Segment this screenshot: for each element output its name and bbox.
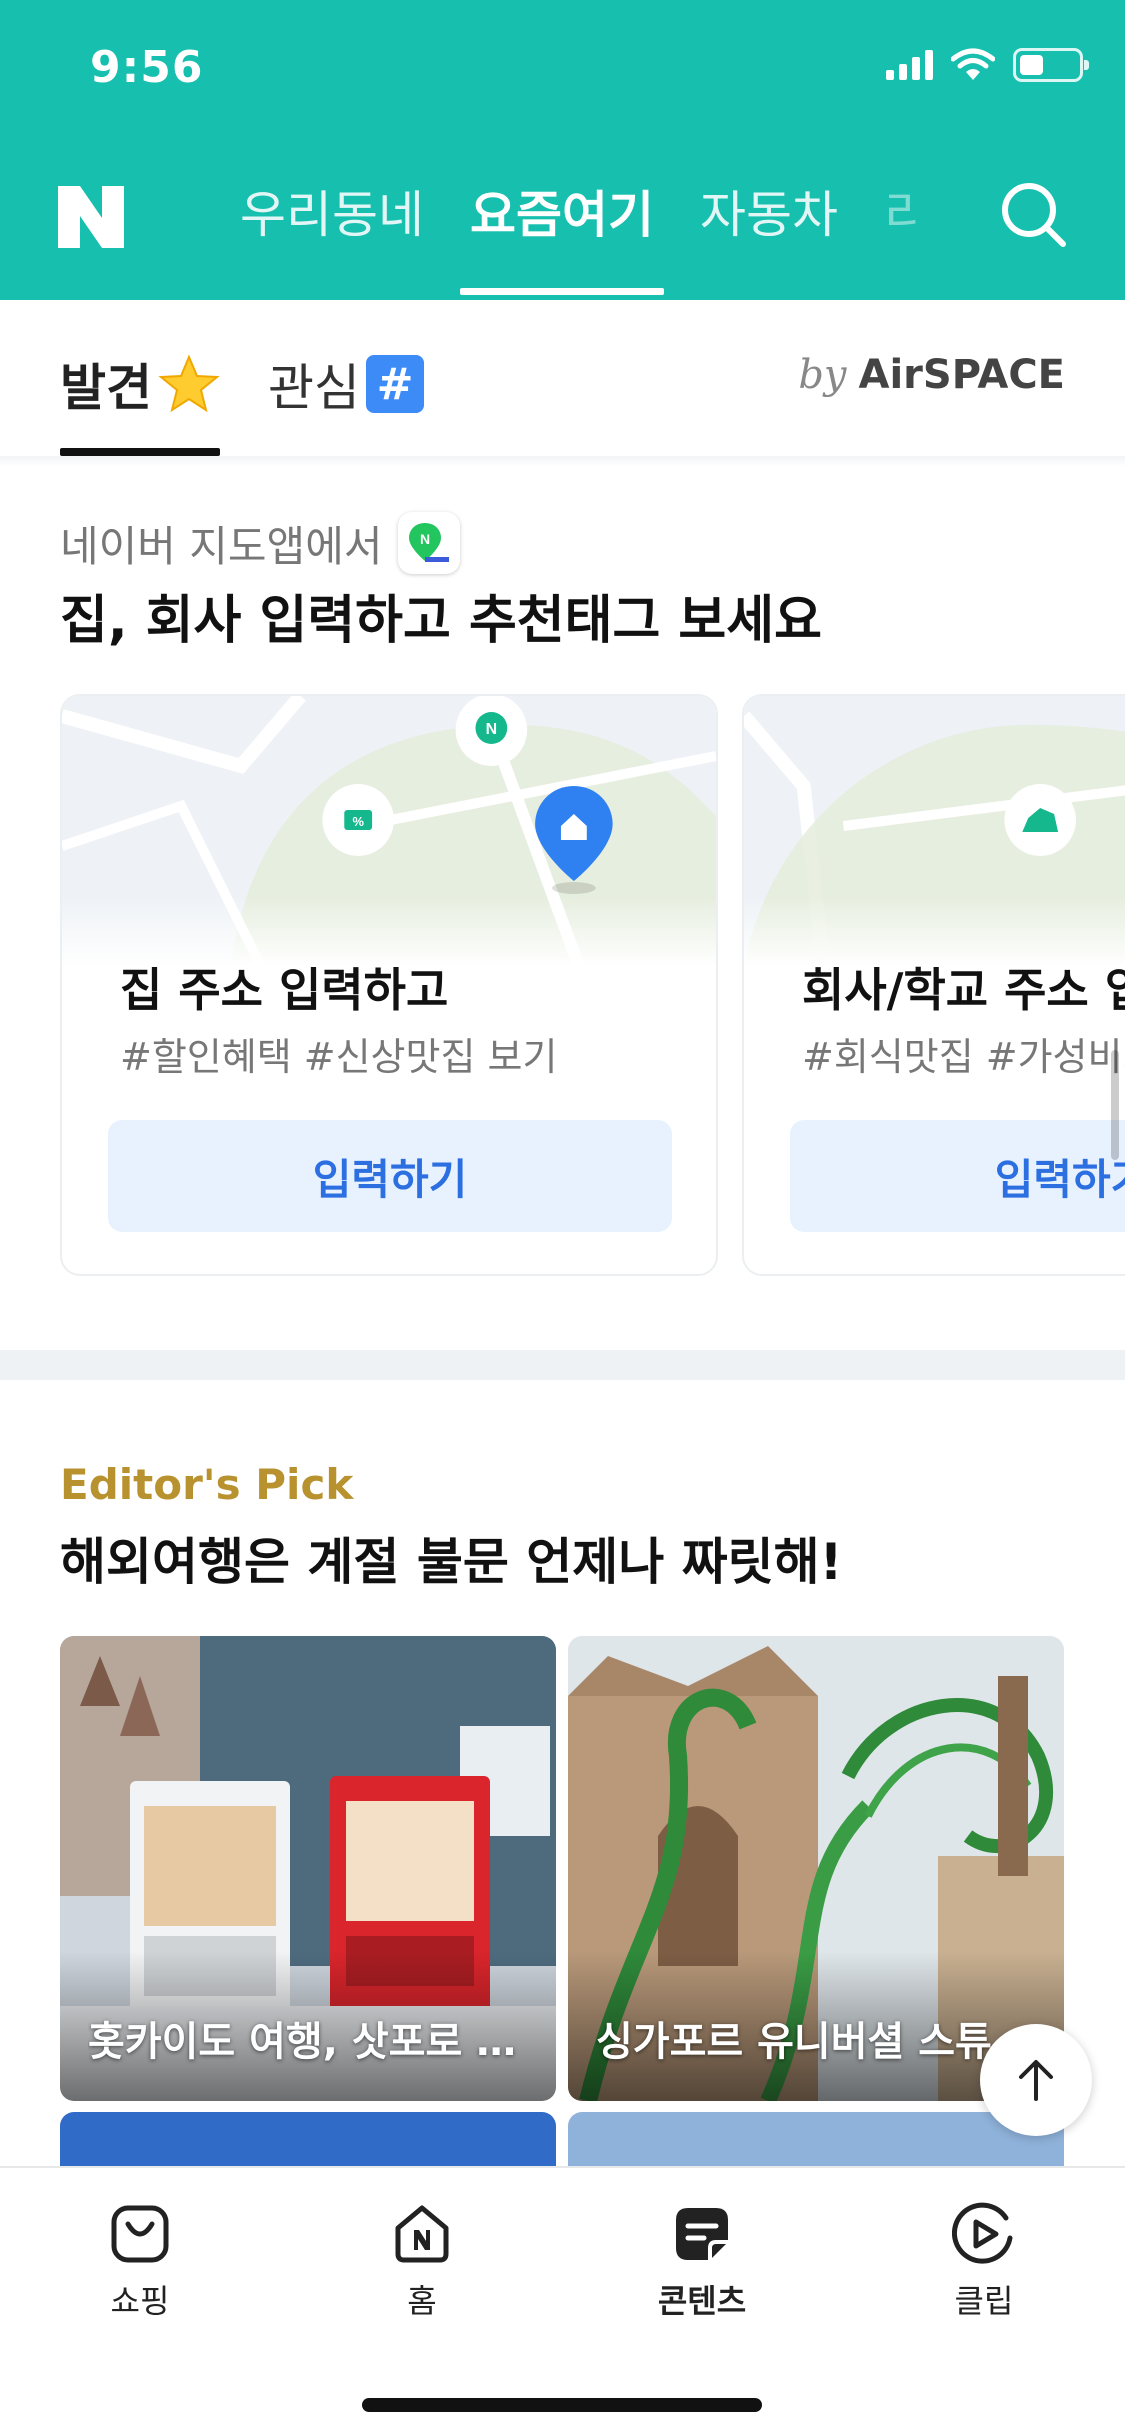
nav-home-label: 홈 — [407, 2282, 437, 2320]
tile-caption: 싱가포르 유니버셜 스튜 — [596, 2019, 992, 2065]
subtab-discover-label: 발견 — [60, 359, 152, 417]
card-title: 회사/학교 주소 입력하고 — [802, 963, 1125, 1017]
star-icon — [158, 354, 220, 413]
article-tile-partial[interactable] — [568, 2112, 1064, 2172]
card-title: 집 주소 입력하고 — [120, 963, 449, 1017]
search-icon[interactable] — [997, 178, 1069, 250]
top-header: 9:56 우리동네 요즘여기 자동차 리 — [0, 0, 1125, 300]
scroll-indicator[interactable] — [1111, 1050, 1119, 1160]
screen: 9:56 우리동네 요즘여기 자동차 리 발견 관심 # by AirSPACE… — [0, 0, 1125, 2436]
tab-more-partial[interactable]: 리 — [884, 175, 918, 295]
svg-text:N: N — [420, 531, 430, 547]
enter-work-address-button[interactable]: 입력하기 — [790, 1120, 1125, 1232]
home-icon — [395, 2205, 449, 2263]
contents-icon — [676, 2208, 728, 2260]
svg-text:N: N — [486, 721, 497, 738]
card-tags: #할인혜택 #신상맛집 보기 — [120, 1035, 558, 1079]
shopping-bag-icon — [111, 2205, 169, 2263]
naver-logo-icon[interactable] — [58, 186, 124, 248]
card-tags: #회식맛집 #가성비카페 — [802, 1035, 1125, 1079]
tile-caption: 홋카이도 여행, 삿포로 … — [88, 2019, 517, 2065]
editors-pick-label: Editor's Pick — [60, 1460, 354, 1509]
nav-shopping[interactable]: 쇼핑 — [50, 2202, 230, 2322]
nav-home[interactable]: 홈 — [332, 2202, 512, 2322]
subtab-interest-label: 관심 — [268, 359, 360, 417]
arrow-up-icon — [1019, 2060, 1053, 2101]
home-address-card[interactable]: N % 집 주소 입력하고 #할인혜택 #신상맛집 보기 입력하기 — [60, 694, 718, 1276]
editors-pick-title: 해외여행은 계절 불문 언제나 짜릿해! — [60, 1533, 843, 1591]
editors-pick-grid: 홋카이도 여행, 삿포로 … 싱가포르 유니버셜 스튜 — [60, 1636, 1065, 2172]
signal-icon — [886, 50, 933, 80]
article-tile-universal-singapore[interactable]: 싱가포르 유니버셜 스튜 — [568, 1636, 1064, 2101]
scroll-to-top-button[interactable] — [980, 2024, 1092, 2136]
nav-contents-label: 콘텐츠 — [657, 2282, 747, 2320]
clip-play-icon — [952, 2202, 1013, 2264]
hash-icon: # — [366, 355, 424, 413]
work-address-card[interactable]: 회사/학교 주소 입력하고 #회식맛집 #가성비카페 입력하기 — [742, 694, 1125, 1276]
status-icons — [886, 48, 1089, 82]
svg-text:%: % — [352, 814, 364, 829]
map-section-caption-text: 네이버 지도앱에서 — [60, 521, 383, 571]
subtab-discover[interactable]: 발견 — [60, 348, 220, 420]
nav-clip-label: 클립 — [954, 2282, 1014, 2320]
map-section-caption: 네이버 지도앱에서 N — [60, 512, 461, 574]
subtab-active-indicator — [60, 448, 220, 456]
nav-contents[interactable]: 콘텐츠 — [612, 2202, 792, 2322]
home-indicator — [362, 2398, 762, 2412]
article-tile-partial[interactable] — [60, 2112, 556, 2172]
nav-clip[interactable]: 클립 — [894, 2202, 1074, 2322]
tab-car[interactable]: 자동차 — [700, 175, 838, 295]
by-airspace: by AirSPACE — [798, 352, 1065, 398]
nav-shopping-label: 쇼핑 — [110, 2282, 170, 2320]
battery-icon — [1013, 48, 1089, 82]
sub-tabs: 발견 관심 # by AirSPACE — [0, 300, 1125, 460]
main-tabs: 우리동네 요즘여기 자동차 리 — [240, 175, 964, 295]
subtab-shadow — [0, 456, 1125, 466]
article-tile-hokkaido[interactable]: 홋카이도 여행, 삿포로 … — [60, 1636, 556, 2101]
section-divider — [0, 1350, 1125, 1380]
status-time: 9:56 — [90, 42, 204, 93]
tab-neighborhood[interactable]: 우리동네 — [240, 175, 424, 295]
bottom-nav: 쇼핑 홈 콘텐츠 클립 — [0, 2166, 1125, 2436]
tab-trending[interactable]: 요즘여기 — [460, 175, 664, 295]
wifi-icon — [951, 48, 995, 80]
map-illustration: N % — [62, 696, 716, 966]
address-cards-carousel[interactable]: N % 집 주소 입력하고 #할인혜택 #신상맛집 보기 입력하기 회사/학교 … — [60, 694, 1125, 1278]
map-illustration — [744, 696, 1125, 966]
subtab-interest[interactable]: 관심 # — [268, 348, 424, 420]
naver-map-app-icon: N — [398, 512, 461, 574]
map-section-title: 집, 회사 입력하고 추천태그 보세요 — [60, 591, 822, 651]
airspace-brand: AirSPACE — [858, 352, 1065, 398]
enter-home-address-button[interactable]: 입력하기 — [108, 1120, 672, 1232]
by-label: by — [798, 352, 847, 398]
